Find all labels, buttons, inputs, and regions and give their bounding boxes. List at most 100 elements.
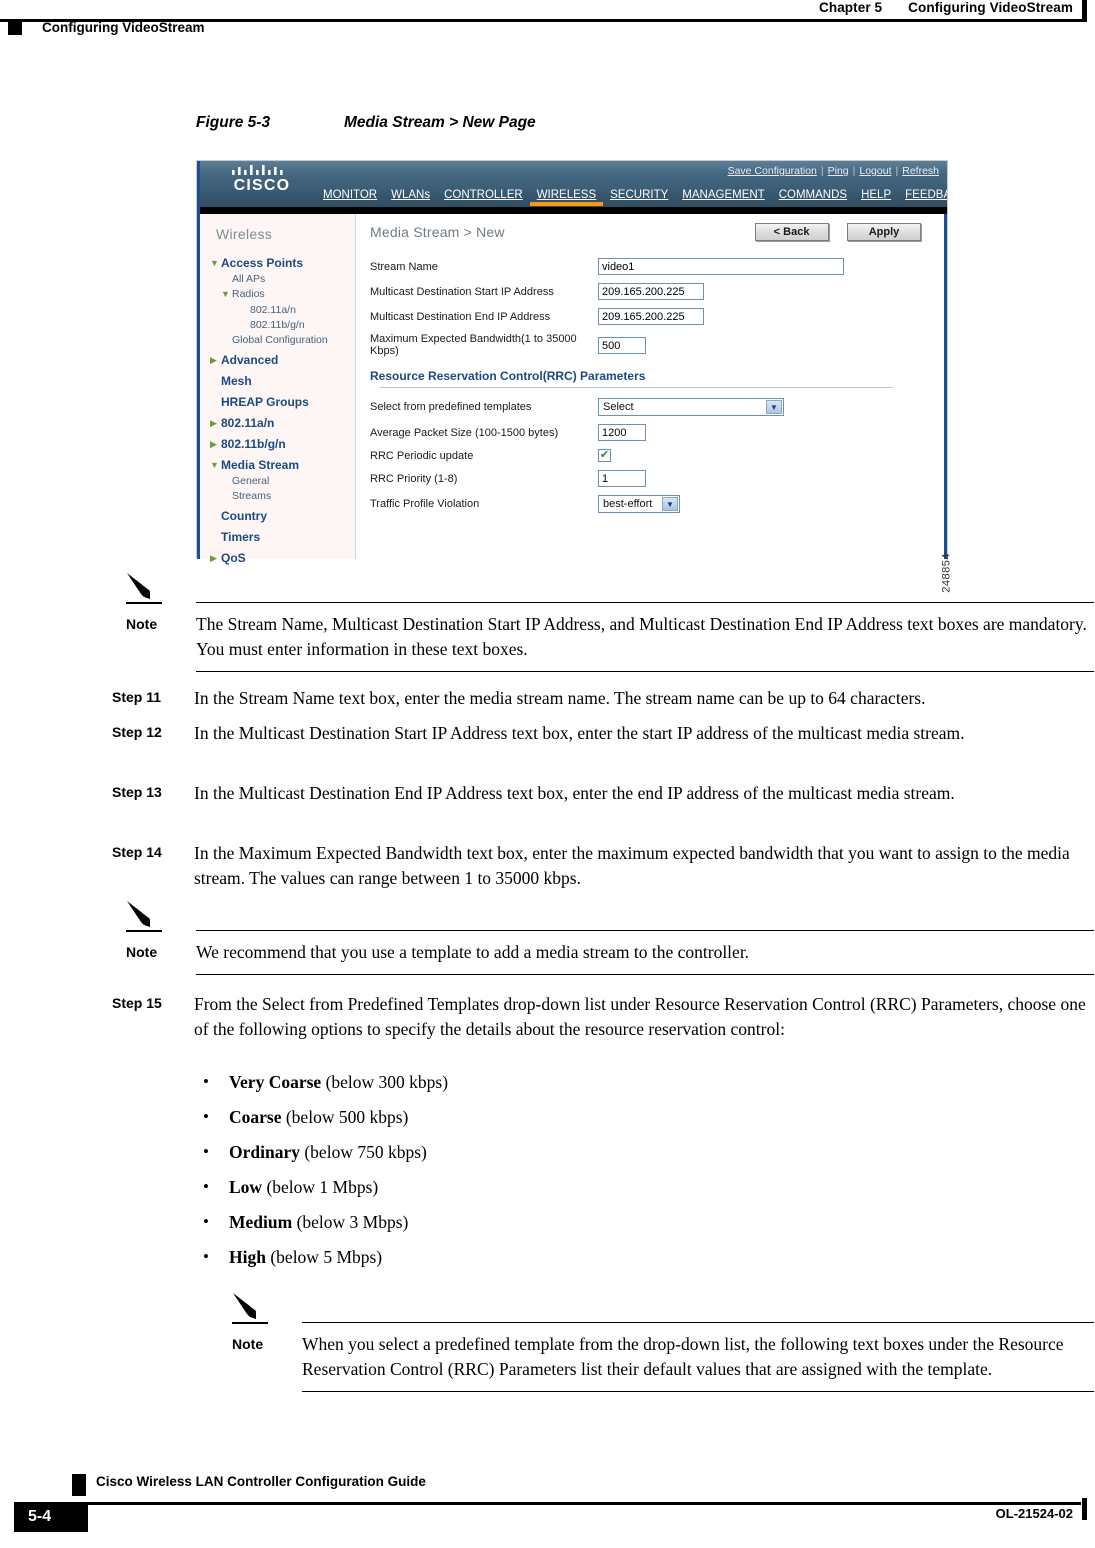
link-separator: |: [895, 165, 899, 177]
field-label: Select from predefined templates: [370, 401, 532, 413]
step-15: Step 15 From the Select from Predefined …: [112, 992, 1094, 1042]
sidebar-item-mesh[interactable]: Mesh: [210, 374, 355, 389]
chevron-down-icon[interactable]: ▼: [766, 400, 782, 414]
sidebar-item-label: Timers: [221, 530, 261, 544]
sidebar-item-global-configuration[interactable]: Global Configuration: [210, 333, 355, 347]
chevron-down-icon: ▼: [221, 289, 230, 299]
step-11: Step 11 In the Stream Name text box, ent…: [112, 686, 1094, 711]
bullet-dot-icon: •: [203, 1247, 209, 1266]
chevron-down-icon[interactable]: ▼: [662, 497, 678, 511]
sidebar-item-label: 802.11a/n: [250, 304, 296, 316]
stream-name-input[interactable]: video1: [598, 258, 844, 275]
sidebar-item-streams[interactable]: Streams: [210, 489, 355, 503]
figure-screenshot: CISCO Save Configuration | Ping | Logout | Ref…: [196, 160, 953, 593]
nav-controller[interactable]: CONTROLLER: [437, 189, 530, 204]
multicast-start-ip-input[interactable]: 209.165.200.225: [598, 283, 704, 300]
field-label: Multicast Destination Start IP Address: [370, 285, 554, 298]
bullet-dot-icon: •: [203, 1107, 209, 1126]
sidebar-item-access-points[interactable]: ▼ Access Points: [210, 256, 355, 271]
average-packet-size-input[interactable]: 1200: [598, 424, 646, 441]
nav-management[interactable]: MANAGEMENT: [675, 189, 771, 204]
nav-security[interactable]: SECURITY: [603, 189, 675, 204]
chevron-right-icon: ▶: [210, 553, 217, 563]
note-block-2: Note We recommend that you use a templat…: [126, 900, 1094, 975]
app-header: CISCO Save Configuration | Ping | Logout | Ref…: [197, 161, 947, 207]
sidebar-item-label: Radios: [232, 288, 265, 300]
app-top-links: Save Configuration | Ping | Logout | Refresh: [728, 165, 939, 177]
sidebar-item-label: 802.11b/g/n: [250, 319, 305, 331]
sidebar-item-80211an[interactable]: 802.11a/n: [210, 303, 355, 317]
section-title: Configuring VideoStream: [42, 20, 205, 35]
bullet-dot-icon: •: [203, 1142, 209, 1161]
refresh-link[interactable]: Refresh: [902, 165, 939, 177]
option-term: Very Coarse: [229, 1072, 322, 1092]
sidebar-item-all-aps[interactable]: All APs: [210, 272, 355, 286]
sidebar-item-timers[interactable]: Timers: [210, 530, 355, 545]
nav-help[interactable]: HELP: [854, 189, 898, 204]
field-label: RRC Periodic update: [370, 449, 474, 462]
sidebar-item-80211an-group[interactable]: ▶ 802.11a/n: [210, 416, 355, 431]
sidebar-item-label: Mesh: [221, 374, 252, 388]
option-term: Low: [229, 1177, 263, 1197]
apply-button[interactable]: Apply: [847, 223, 921, 241]
sidebar-item-label: 802.11a/n: [221, 416, 275, 430]
sidebar-item-qos[interactable]: ▶ QoS: [210, 551, 355, 566]
step-12: Step 12 In the Multicast Destination Sta…: [112, 721, 1082, 746]
footer-rule: [72, 1502, 1081, 1505]
multicast-end-ip-input[interactable]: 209.165.200.225: [598, 308, 704, 325]
nav-wireless[interactable]: WIRELESS: [529, 189, 604, 206]
logout-link[interactable]: Logout: [859, 165, 891, 177]
field-label: Multicast Destination End IP Address: [370, 310, 551, 323]
sidebar-item-radios[interactable]: ▼ Radios: [210, 287, 355, 302]
field-label: Stream Name: [370, 260, 438, 273]
save-configuration-link[interactable]: Save Configuration: [728, 165, 817, 177]
footer-tick-mark: [1082, 1498, 1087, 1520]
sidebar-item-hreap-groups[interactable]: HREAP Groups: [210, 395, 355, 410]
option-detail: (below 300 kbps): [321, 1072, 449, 1092]
field-label: RRC Priority (1-8): [370, 472, 458, 485]
step-label: Step 12: [112, 724, 162, 740]
note-block-3: Note When you select a predefined templa…: [232, 1292, 1094, 1392]
max-bandwidth-input[interactable]: 500: [598, 336, 646, 354]
sidebar-item-80211bgn[interactable]: 802.11b/g/n: [210, 318, 355, 332]
option-detail: (below 3 Mbps): [292, 1212, 409, 1232]
predefined-templates-select[interactable]: Select ▼: [598, 398, 784, 416]
bullet-dot-icon: •: [203, 1212, 209, 1231]
footer-square-icon: [72, 1474, 86, 1496]
rrc-periodic-update-checkbox[interactable]: ✔: [598, 449, 611, 462]
link-separator: |: [820, 165, 824, 177]
rrc-priority-input[interactable]: 1: [598, 470, 646, 487]
rrc-section-divider: [380, 387, 893, 388]
note-bottom-rule-1: [196, 671, 1094, 672]
back-button[interactable]: < Back: [754, 223, 829, 241]
note-bottom-rule-2: [196, 974, 1094, 975]
nav-feedback[interactable]: FEEDBACK: [898, 189, 947, 204]
note-icon-underline: [232, 1322, 268, 1324]
sidebar-item-general[interactable]: General: [210, 474, 355, 488]
nav-wlans[interactable]: WLANs: [384, 189, 437, 204]
app-main-nav: MONITOR WLANs CONTROLLER WIRELESS SECURITY MA…: [316, 189, 947, 206]
ping-link[interactable]: Ping: [828, 165, 849, 177]
field-multicast-end-ip: Multicast Destination End IP Address 209…: [370, 308, 933, 325]
cisco-wordmark: CISCO: [233, 177, 291, 194]
nav-commands[interactable]: COMMANDS: [772, 189, 854, 204]
field-max-bandwidth: Maximum Expected Bandwidth(1 to 35000 Kb…: [370, 333, 933, 357]
app-body: Wireless ▼ Access Points All APs ▼ Radio…: [197, 214, 953, 593]
nav-monitor[interactable]: MONITOR: [316, 189, 384, 204]
sidebar-item-media-stream[interactable]: ▼ Media Stream: [210, 458, 355, 473]
bullet-dot-icon: •: [203, 1072, 209, 1091]
sidebar-item-country[interactable]: Country: [210, 509, 355, 524]
step-label: Step 11: [112, 689, 162, 705]
sidebar-item-advanced[interactable]: ▶ Advanced: [210, 353, 355, 368]
sidebar-item-label: All APs: [232, 273, 266, 285]
sidebar-item-80211bgn-group[interactable]: ▶ 802.11b/g/n: [210, 437, 355, 452]
field-traffic-profile-violation: Traffic Profile Violation best-effort ▼: [370, 495, 933, 513]
sidebar-item-label: QoS: [221, 551, 246, 565]
traffic-profile-violation-select[interactable]: best-effort ▼: [598, 495, 680, 513]
step-14: Step 14 In the Maximum Expected Bandwidt…: [112, 841, 1094, 891]
sidebar-item-label: Advanced: [221, 353, 279, 367]
field-stream-name: Stream Name video1: [370, 258, 933, 275]
pencil-icon: [233, 1293, 256, 1319]
field-multicast-start-ip: Multicast Destination Start IP Address 2…: [370, 283, 933, 300]
footer-page-number: 5-4: [14, 1502, 88, 1532]
